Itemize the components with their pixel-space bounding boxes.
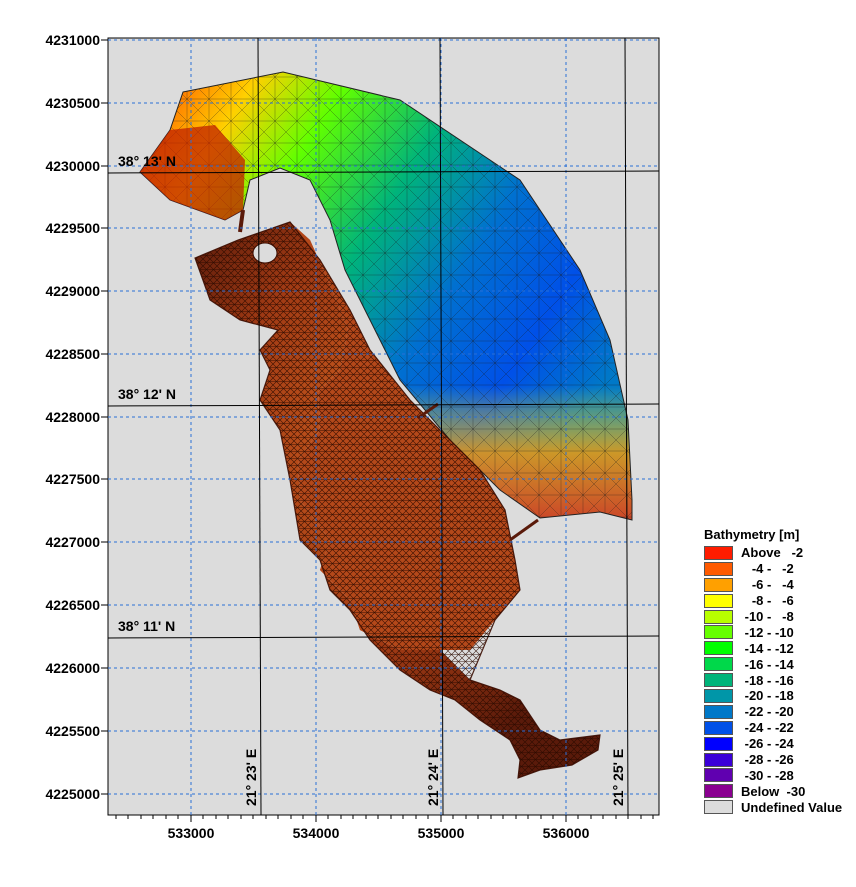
y-tick-label: 4231000: [45, 32, 100, 48]
y-tick-label: 4228500: [45, 346, 100, 362]
latitude-label: 38° 11' N: [118, 618, 175, 634]
legend-item: -6 - -4: [704, 577, 854, 593]
y-axis-ticks: [101, 39, 108, 795]
legend-title: Bathymetry [m]: [704, 527, 800, 542]
lagoon-island: [252, 242, 278, 264]
legend-label: Below -30: [741, 783, 806, 799]
legend-label: -12 - -10: [741, 624, 794, 640]
latitude-label: 38° 12' N: [118, 386, 176, 402]
legend-swatch: [704, 561, 733, 576]
y-tick-label: 4229000: [45, 283, 100, 299]
legend-swatch: [704, 641, 733, 656]
legend-item: -12 - -10: [704, 624, 854, 640]
legend-swatch: [704, 704, 733, 719]
x-tick-label: 536000: [543, 825, 590, 841]
legend-swatch: [704, 593, 733, 608]
x-tick-labels: 533000 534000 535000 536000: [168, 825, 590, 841]
legend-item: -28 - -26: [704, 752, 854, 768]
legend-label: -18 - -16: [741, 672, 794, 688]
y-tick-label: 4228000: [45, 409, 100, 425]
legend: Bathymetry [m] Above -2 -4 - -2 -6 - -4 …: [704, 527, 854, 815]
y-tick-label: 4230000: [45, 158, 100, 174]
legend-swatch: [704, 768, 733, 783]
y-tick-label: 4225000: [45, 786, 100, 802]
legend-item: -14 - -12: [704, 640, 854, 656]
legend-item: -24 - -22: [704, 720, 854, 736]
legend-label: -8 - -6: [741, 593, 794, 609]
legend-swatch: [704, 800, 733, 815]
legend-swatch: [704, 609, 733, 624]
y-tick-label: 4229500: [45, 220, 100, 236]
legend-label: -24 - -22: [741, 720, 794, 736]
legend-label: -22 - -20: [741, 704, 794, 720]
legend-item: -22 - -20: [704, 704, 854, 720]
legend-item: -20 - -18: [704, 688, 854, 704]
legend-label: -28 - -26: [741, 752, 794, 768]
legend-item: Below -30: [704, 783, 854, 799]
x-tick-label: 534000: [293, 825, 340, 841]
legend-item: -10 - -8: [704, 609, 854, 625]
legend-label: -26 - -24: [741, 736, 794, 752]
y-tick-label: 4227000: [45, 534, 100, 550]
legend-item: -30 - -28: [704, 767, 854, 783]
latitude-label: 38° 13' N: [118, 153, 176, 169]
legend-label: -14 - -12: [741, 640, 794, 656]
legend-item: -26 - -24: [704, 736, 854, 752]
legend-swatch: [704, 673, 733, 688]
legend-swatch: [704, 625, 733, 640]
legend-label: -6 - -4: [741, 577, 794, 593]
y-tick-labels: 4231000 4230500 4230000 4229500 4229000 …: [45, 32, 100, 802]
legend-label: Above -2: [741, 545, 804, 561]
legend-swatch: [704, 736, 733, 751]
legend-swatch: [704, 577, 733, 592]
x-tick-label: 533000: [168, 825, 215, 841]
legend-swatch: [704, 752, 733, 767]
legend-swatch: [704, 545, 733, 560]
legend-item: -18 - -16: [704, 672, 854, 688]
longitude-label: 21° 23' E: [243, 749, 259, 806]
x-tick-label: 535000: [418, 825, 465, 841]
longitude-label: 21° 25' E: [610, 749, 626, 806]
legend-item: Above -2: [704, 545, 854, 561]
x-axis-ticks: [115, 815, 654, 822]
legend-item: -16 - -14: [704, 656, 854, 672]
legend-label: Undefined Value: [741, 799, 843, 815]
y-tick-label: 4226000: [45, 660, 100, 676]
legend-item: -8 - -6: [704, 593, 854, 609]
y-tick-label: 4225500: [45, 723, 100, 739]
legend-label: -30 - -28: [741, 767, 794, 783]
y-tick-label: 4227500: [45, 471, 100, 487]
legend-label: -16 - -14: [741, 656, 794, 672]
legend-label: -4 - -2: [741, 561, 794, 577]
legend-label: -20 - -18: [741, 688, 794, 704]
y-tick-label: 4226500: [45, 597, 100, 613]
legend-items: Above -2 -4 - -2 -6 - -4 -8 - -6 -10 - -…: [704, 545, 854, 815]
legend-swatch: [704, 688, 733, 703]
legend-swatch: [704, 720, 733, 735]
legend-label: -10 - -8: [741, 609, 794, 624]
legend-swatch: [704, 784, 733, 799]
longitude-label: 21° 24' E: [425, 749, 441, 806]
legend-swatch: [704, 657, 733, 672]
y-tick-label: 4230500: [45, 95, 100, 111]
legend-item: Undefined Value: [704, 799, 854, 815]
legend-item: -4 - -2: [704, 561, 854, 577]
